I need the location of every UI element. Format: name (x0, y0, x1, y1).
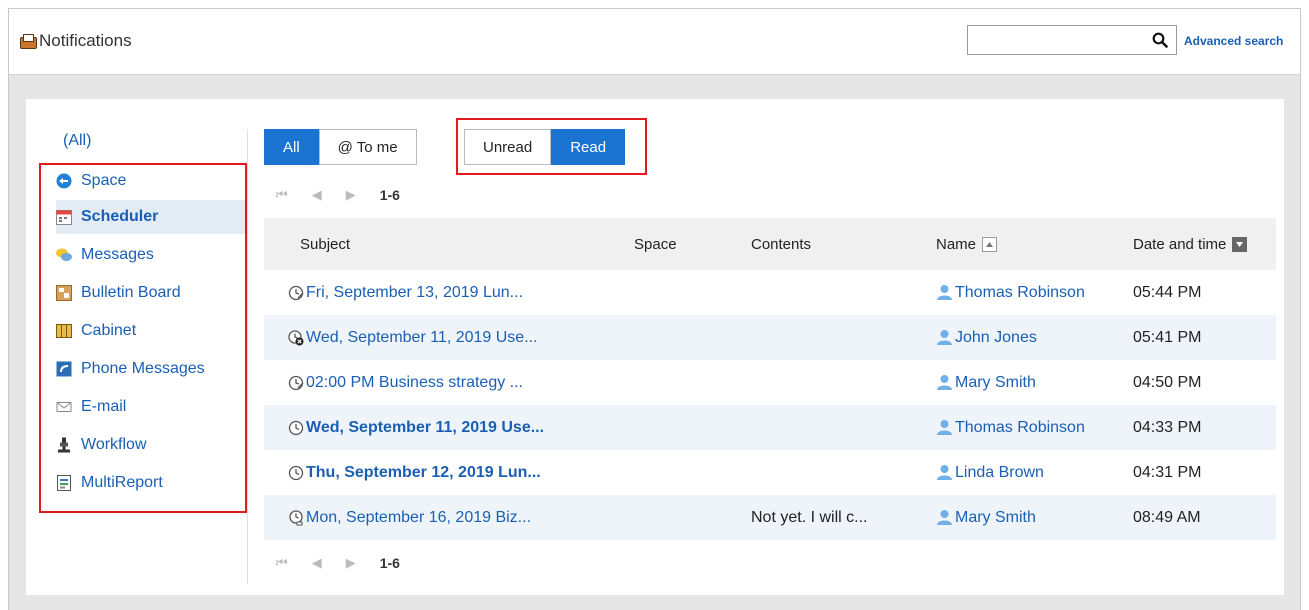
column-header-space: Space (634, 235, 677, 253)
column-header-date[interactable]: Date and time (1133, 236, 1276, 253)
subject-cell: Mon, September 16, 2019 Biz... (264, 509, 634, 527)
column-header-date-label: Date and time (1133, 235, 1227, 253)
subject-cell: Wed, September 11, 2019 Use... (264, 329, 634, 347)
advanced-search-link[interactable]: Advanced search (1184, 34, 1283, 48)
table-row[interactable]: Wed, September 11, 2019 Use... John Jone… (264, 315, 1276, 360)
pager-bottom: ⏮ ◀ ▶ 1-6 (276, 553, 424, 573)
user-link[interactable]: Thomas Robinson (955, 419, 1085, 437)
date-cell: 04:50 PM (1133, 373, 1202, 391)
user-icon (937, 285, 952, 300)
notifications-table: Subject Space Contents Name Date and tim… (264, 218, 1276, 540)
column-header-name[interactable]: Name (936, 236, 1133, 253)
search-icon[interactable] (1152, 32, 1168, 48)
column-header-contents: Contents (751, 235, 812, 253)
user-link[interactable]: John Jones (955, 329, 1037, 347)
name-cell: Thomas Robinson (936, 419, 1133, 437)
filter-to-me-button[interactable]: @ To me (318, 129, 417, 165)
highlight-box-apps (39, 163, 247, 513)
schedule-comment-icon (289, 509, 303, 525)
schedule-read-icon (288, 375, 304, 390)
prev-page-icon[interactable]: ◀ (312, 187, 322, 203)
subject-link[interactable]: 02:00 PM Business strategy ... (306, 374, 523, 392)
subject-cell: Fri, September 13, 2019 Lun... (264, 284, 634, 302)
date-cell: 08:49 AM (1133, 508, 1201, 526)
name-cell: Linda Brown (936, 464, 1133, 482)
notification-tray-icon (20, 33, 37, 49)
subject-link[interactable]: Wed, September 11, 2019 Use... (306, 419, 544, 437)
first-page-icon[interactable]: ⏮ (276, 555, 288, 571)
date-cell: 04:31 PM (1133, 463, 1202, 481)
next-page-icon[interactable]: ▶ (346, 555, 356, 571)
subject-cell: 02:00 PM Business strategy ... (264, 374, 634, 392)
schedule-deleted-icon (288, 329, 304, 345)
date-cell: 05:41 PM (1133, 328, 1202, 346)
date-cell: 05:44 PM (1133, 283, 1202, 301)
sidebar-item-all[interactable]: (All) (63, 132, 91, 150)
user-link[interactable]: Thomas Robinson (955, 284, 1085, 302)
user-icon (937, 465, 952, 480)
page-title: Notifications (20, 31, 132, 51)
sort-ascending-icon[interactable] (982, 236, 998, 252)
main-panel: (All) Space Scheduler Messages Bulletin … (26, 99, 1284, 595)
user-icon (937, 330, 952, 345)
schedule-unread-icon (288, 420, 304, 435)
subject-cell: Wed, September 11, 2019 Use... (264, 419, 634, 437)
table-row[interactable]: Wed, September 11, 2019 Use... Thomas Ro… (264, 405, 1276, 450)
name-cell: Thomas Robinson (936, 284, 1133, 302)
page-range: 1-6 (379, 555, 400, 571)
user-link[interactable]: Mary Smith (955, 374, 1036, 392)
search-input[interactable] (968, 26, 1138, 54)
prev-page-icon[interactable]: ◀ (312, 555, 322, 571)
name-cell: Mary Smith (936, 374, 1133, 392)
date-cell: 04:33 PM (1133, 418, 1202, 436)
column-header-name-label: Name (936, 235, 977, 253)
highlight-box-read-status (456, 118, 647, 175)
next-page-icon[interactable]: ▶ (346, 187, 356, 203)
subject-cell: Thu, September 12, 2019 Lun... (264, 464, 634, 482)
user-link[interactable]: Mary Smith (955, 509, 1036, 527)
recipient-filter: All @ To me (264, 129, 417, 165)
user-icon (937, 510, 952, 525)
header-bar: Notifications Advanced search (9, 9, 1300, 75)
subject-link[interactable]: Mon, September 16, 2019 Biz... (306, 509, 531, 527)
user-icon (937, 420, 952, 435)
name-cell: John Jones (936, 329, 1133, 347)
first-page-icon[interactable]: ⏮ (276, 187, 288, 203)
subject-link[interactable]: Thu, September 12, 2019 Lun... (306, 464, 541, 482)
user-link[interactable]: Linda Brown (955, 464, 1044, 482)
page-title-text: Notifications (39, 31, 132, 50)
subject-link[interactable]: Wed, September 11, 2019 Use... (306, 329, 538, 347)
subject-link[interactable]: Fri, September 13, 2019 Lun... (306, 284, 523, 302)
table-row[interactable]: Thu, September 12, 2019 Lun... Linda Bro… (264, 450, 1276, 495)
search-box (967, 25, 1177, 55)
table-header: Subject Space Contents Name Date and tim… (264, 218, 1276, 270)
table-row[interactable]: Fri, September 13, 2019 Lun... Thomas Ro… (264, 270, 1276, 315)
vertical-divider (247, 129, 248, 584)
table-row[interactable]: Mon, September 16, 2019 Biz... Not yet. … (264, 495, 1276, 540)
page-range: 1-6 (379, 187, 400, 203)
notifications-window: Notifications Advanced search (All) Spac… (8, 8, 1301, 610)
pager-top: ⏮ ◀ ▶ 1-6 (276, 185, 424, 205)
user-icon (937, 375, 952, 390)
table-row[interactable]: 02:00 PM Business strategy ... Mary Smit… (264, 360, 1276, 405)
schedule-unread-icon (288, 465, 304, 480)
name-cell: Mary Smith (936, 509, 1133, 527)
filter-all-button[interactable]: All (264, 129, 319, 165)
column-header-subject: Subject (300, 235, 351, 253)
schedule-read-icon (288, 285, 304, 300)
sort-descending-icon[interactable] (1232, 236, 1248, 252)
contents-cell: Not yet. I will c... (751, 508, 868, 526)
